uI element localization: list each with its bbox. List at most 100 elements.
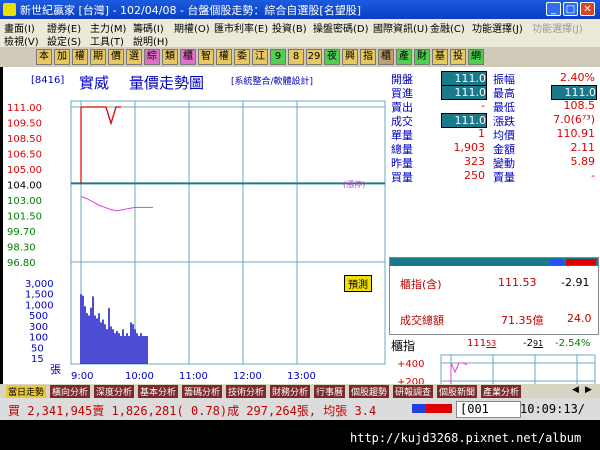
menu-functions[interactable]: 功能選擇(J) (472, 20, 523, 35)
toolbar-btn-2[interactable]: 權 (72, 49, 88, 65)
price-tick-label: 104.00 (7, 181, 42, 192)
volume-tick-label: 1,000 (25, 300, 54, 311)
main-area: [8416] 實威 量價走勢圖 [系統整合/軟體設計] 111.00 109.50… (3, 67, 600, 444)
toolbar-btn-8[interactable]: 櫃 (180, 49, 196, 65)
menu-options[interactable]: 期權(O) (174, 20, 210, 35)
volume-tick-label: 300 (29, 322, 48, 333)
panel-header-bar (390, 258, 598, 266)
tab-11[interactable]: 產業分析 (481, 385, 522, 398)
quote-value: 1 (478, 127, 485, 140)
ticker-time: 10:09:13/ (520, 402, 586, 416)
toolbar-btn-12[interactable]: 江 (252, 49, 268, 65)
time-tick-label: 9:00 (71, 371, 93, 382)
menu-invest[interactable]: 投資(B) (272, 20, 307, 35)
maximize-button[interactable]: □ (563, 2, 578, 16)
toolbar-btn-13[interactable]: 9 (270, 49, 286, 65)
quote-value: 323 (464, 155, 485, 168)
quote-value: 111.0 (441, 71, 487, 86)
tab-5[interactable]: 技術分析 (226, 385, 267, 398)
toolbar-btn-11[interactable]: 委 (234, 49, 250, 65)
quote-value: 111.0 (551, 85, 597, 100)
quote-value: 250 (464, 169, 485, 182)
quote-value: 2.40% (560, 71, 595, 84)
price-tick-label: 106.50 (7, 150, 42, 161)
toolbar-btn-22[interactable]: 基 (432, 49, 448, 65)
price-tick-label: 111.00 (7, 103, 42, 114)
otc-index-change: -2.91 (561, 276, 590, 289)
tab-3[interactable]: 基本分析 (138, 385, 179, 398)
menu-forex[interactable]: 匯市利率(E) (214, 20, 268, 35)
quote-row: 昨量 323 變動 5.89 (389, 155, 600, 170)
menu-tools[interactable]: 工具(T) (90, 33, 124, 48)
toolbar-btn-10[interactable]: 權 (216, 49, 232, 65)
tab-scroll-right-icon[interactable]: ▶ (585, 385, 592, 395)
toolbar-btn-7[interactable]: 類 (162, 49, 178, 65)
menu-help[interactable]: 說明(H) (133, 33, 168, 48)
menu-view[interactable]: 檢視(V) (4, 33, 39, 48)
tab-10[interactable]: 個股新聞 (437, 385, 478, 398)
price-tick-label: 103.00 (7, 196, 42, 207)
toolbar-btn-9[interactable]: 智 (198, 49, 214, 65)
window-title: 新世紀贏家 [台灣] - 102/04/08 - 台盤個股走勢：綜合自選股[名望… (20, 4, 361, 17)
minimize-button[interactable]: _ (546, 2, 561, 16)
quote-label: 買量 (391, 171, 413, 184)
app-icon (3, 3, 16, 16)
quote-row: 買進 111.0 最高 111.0 (389, 85, 600, 100)
toolbar-btn-1[interactable]: 加 (54, 49, 70, 65)
toolbar-btn-18[interactable]: 指 (360, 49, 376, 65)
tab-7[interactable]: 行事曆 (314, 385, 346, 398)
turnover-label: 成交總額 (400, 314, 444, 327)
toolbar-btn-6[interactable]: 綜 (144, 49, 160, 65)
toolbar-btn-23[interactable]: 投 (450, 49, 466, 65)
menu-settings[interactable]: 設定(S) (47, 33, 81, 48)
menu-functions-disabled: 功能選擇(J) (532, 24, 583, 35)
close-button[interactable]: ✕ (580, 2, 595, 16)
toolbar-btn-3[interactable]: 期 (90, 49, 106, 65)
forecast-button[interactable]: 預測 (344, 275, 372, 292)
quote-row: 成交 111.0 漲跌 7.0(6⁷³) (389, 113, 600, 128)
toolbar-btn-16[interactable]: 夜 (324, 49, 340, 65)
watermark-url: http://kujd3268.pixnet.net/album (350, 431, 582, 445)
menu-bar: 畫面(I) 證券(E) 主力(M) 籌碼(I) 期權(O) 匯市利率(E) 投資… (0, 19, 600, 48)
quote-row: 單量 1 均價 110.91 (389, 127, 600, 142)
price-tick-label: 108.50 (7, 134, 42, 145)
quote-value: 1,903 (453, 141, 486, 154)
toolbar-btn-4[interactable]: 價 (108, 49, 124, 65)
quote-value: 5.89 (570, 155, 596, 168)
toolbar-btn-14[interactable]: 8 (288, 49, 304, 65)
toolbar-btn-21[interactable]: 財 (414, 49, 430, 65)
tab-8[interactable]: 個股趨勢 (349, 385, 390, 398)
quote-value: 2.11 (570, 141, 596, 154)
tab-2[interactable]: 深度分析 (94, 385, 135, 398)
tab-6[interactable]: 財務分析 (270, 385, 311, 398)
quote-row: 總量 1,903 金額 2.11 (389, 141, 600, 156)
average-series-line (80, 196, 153, 212)
turnover-change: 24.0 (567, 312, 592, 325)
menu-international[interactable]: 國際資訊(U) (373, 20, 428, 35)
tab-scroll-left-icon[interactable]: ◀ (572, 385, 579, 395)
toolbar-btn-17[interactable]: 興 (342, 49, 358, 65)
toolbar-btn-24[interactable]: 網 (468, 49, 484, 65)
panel-bar-blue (550, 259, 564, 265)
quote-panel: 開盤 111.0 振幅 2.40% 買進 111.0 最高 111.0 賣出 - 最低 108.5 成交… (389, 69, 600, 254)
menu-trading-code[interactable]: 操盤密碼(D) (313, 20, 369, 35)
mini-tick-label: +400 (397, 359, 424, 370)
mini-series-upper (450, 362, 468, 374)
volume-tick-label: 500 (29, 311, 48, 322)
toolbar-btn-15[interactable]: 29 (306, 49, 322, 65)
otc-index-label: 櫃指(含) (400, 278, 442, 291)
toolbar-btn-5[interactable]: 選 (126, 49, 142, 65)
quote-label: 賣量 (493, 171, 515, 184)
menu-finance[interactable]: 金融(C) (430, 20, 465, 35)
tab-9[interactable]: 研報調查 (393, 385, 434, 398)
price-tick-label: 101.50 (7, 212, 42, 223)
status-bar: http://kujd3268.pixnet.net/album (0, 420, 600, 450)
tab-4[interactable]: 籌碼分析 (182, 385, 223, 398)
toolbar-btn-20[interactable]: 產 (396, 49, 412, 65)
tab-0[interactable]: 當日走勢 (6, 385, 47, 398)
tab-1[interactable]: 橫向分析 (50, 385, 91, 398)
toolbar-btn-19[interactable]: 櫃 (378, 49, 394, 65)
quote-value: 108.5 (563, 99, 596, 112)
index-summary-panel: 櫃指(含) 111.53 -2.91 成交總額 71.35億 24.0 (389, 257, 599, 335)
toolbar-btn-0[interactable]: 本 (36, 49, 52, 65)
